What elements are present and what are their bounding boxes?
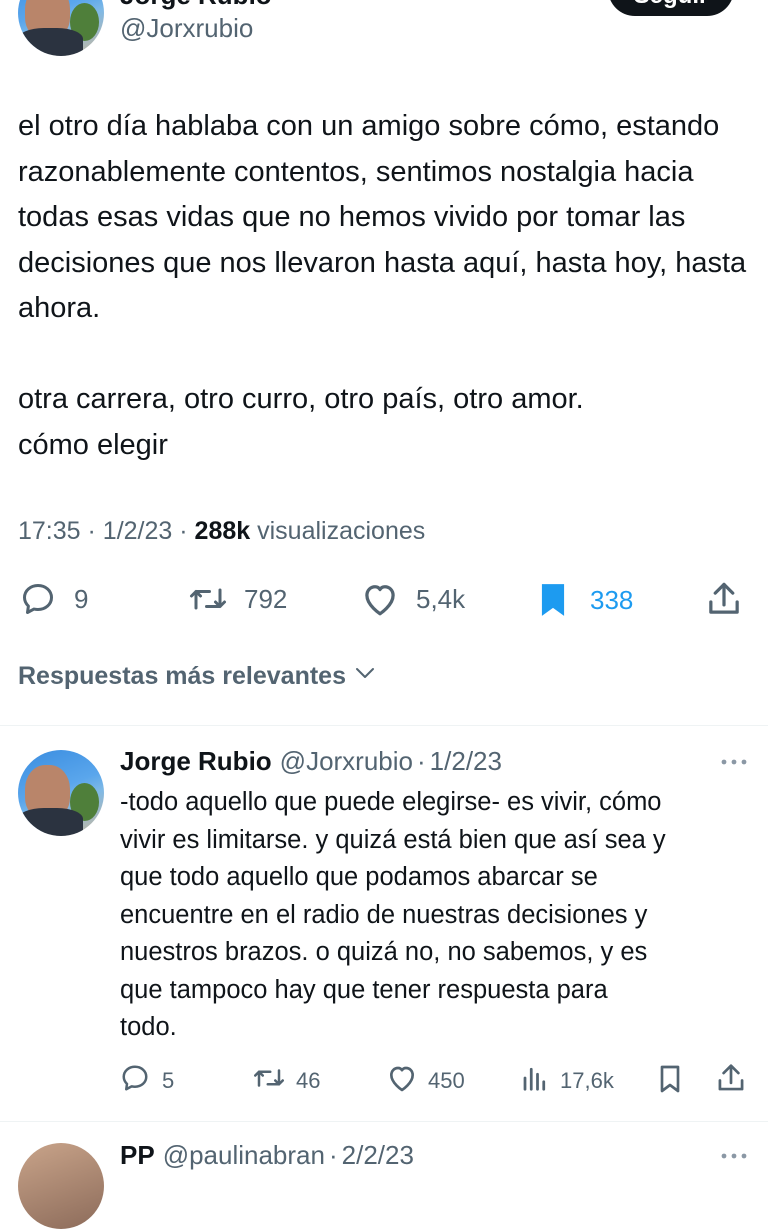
retweet-icon (252, 1063, 286, 1099)
reply-reply-count: 5 (162, 1068, 175, 1093)
chevron-down-icon (354, 662, 376, 691)
reply-author-handle[interactable]: @Jorxrubio (280, 746, 413, 777)
bookmark-icon (656, 1063, 684, 1101)
retweet-icon (188, 581, 228, 617)
bookmark-icon (536, 581, 570, 619)
follow-button[interactable]: Seguir (608, 0, 734, 16)
bookmark-action[interactable]: 338 (536, 581, 633, 619)
reply-action[interactable]: 9 (20, 581, 88, 617)
reply-text: -todo aquello que puede elegirse- es viv… (120, 788, 666, 1041)
like-action[interactable]: 5,4k (360, 581, 465, 617)
replies-sort-selector[interactable]: Respuestas más relevantes (18, 662, 376, 691)
retweet-count: 792 (244, 583, 288, 614)
next-reply-date[interactable]: 2/2/23 (342, 1140, 414, 1171)
heart-icon (360, 581, 400, 617)
reply-icon (20, 581, 56, 617)
tweet-meta: 17:35 · 1/2/23 · 288k visualizaciones (18, 517, 425, 546)
more-options-icon[interactable] (718, 1146, 750, 1166)
tweet-views-label: visualizaciones (257, 517, 426, 545)
more-options-icon[interactable] (718, 752, 750, 772)
tweet-text: el otro día hablaba con un amigo sobre c… (18, 110, 747, 461)
author-handle[interactable]: @Jorxrubio (120, 13, 253, 44)
reply-like-action[interactable]: 450 (386, 1063, 465, 1099)
like-count: 5,4k (416, 583, 466, 614)
reply-share-action[interactable] (716, 1062, 746, 1100)
reply-author-name[interactable]: Jorge Rubio (120, 746, 272, 777)
reply-bookmark-action[interactable] (656, 1063, 684, 1101)
bookmark-count: 338 (590, 584, 634, 615)
tweet-time[interactable]: 17:35 (18, 517, 81, 545)
next-reply-header: PP @paulinabran · 2/2/23 (120, 1140, 414, 1171)
reply-retweet-action[interactable]: 46 (252, 1063, 320, 1099)
share-icon (716, 1062, 746, 1100)
meta-separator: · (87, 517, 103, 545)
reply-reply-action[interactable]: 5 (120, 1063, 174, 1099)
tweet-date[interactable]: 1/2/23 (103, 517, 173, 545)
reply-date[interactable]: 1/2/23 (430, 746, 502, 777)
reply-retweet-count: 46 (296, 1068, 321, 1093)
share-action[interactable] (706, 580, 742, 618)
retweet-action[interactable]: 792 (188, 581, 287, 617)
reply-header: Jorge Rubio @Jorxrubio · 1/2/23 (120, 746, 502, 777)
next-reply-avatar[interactable] (18, 1143, 104, 1229)
share-icon (706, 580, 742, 618)
reply-views-action[interactable]: 17,6k (520, 1063, 614, 1099)
reply-avatar[interactable] (18, 750, 104, 836)
heart-icon (386, 1063, 418, 1099)
reply-like-count: 450 (428, 1068, 465, 1093)
reply-count: 9 (74, 583, 89, 614)
tweet-views-count: 288k (194, 517, 251, 545)
author-name[interactable]: Jorge Rubio (120, 0, 272, 11)
replies-sort-label: Respuestas más relevantes (18, 662, 346, 690)
next-reply-author-handle[interactable]: @paulinabran (163, 1140, 325, 1171)
reply-views-count: 17,6k (560, 1068, 614, 1093)
reply-icon (120, 1063, 150, 1099)
meta-separator: · (417, 746, 426, 776)
meta-separator: · (328, 1140, 338, 1170)
next-reply-author-name[interactable]: PP (120, 1140, 155, 1171)
section-divider (0, 725, 768, 726)
analytics-icon (520, 1063, 550, 1099)
author-avatar[interactable] (18, 0, 104, 56)
section-divider (0, 1121, 768, 1122)
meta-separator: · (179, 517, 195, 545)
